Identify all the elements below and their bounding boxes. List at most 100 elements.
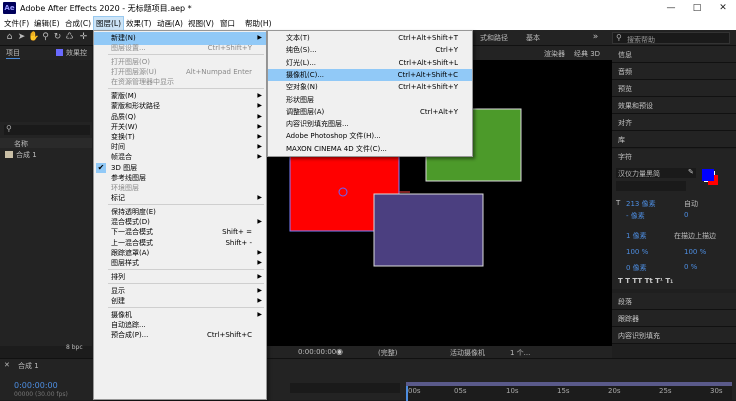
new-submenu-item-灯光-l[interactable]: 灯光(L)... Ctrl+Alt+Shift+L bbox=[268, 57, 472, 70]
new-submenu-item-纯色-s[interactable]: 纯色(S)... Ctrl+Y bbox=[268, 44, 472, 57]
preview-panel-tab[interactable]: 预览 bbox=[612, 80, 736, 97]
layer-menu-item-label: 排列 bbox=[111, 272, 125, 281]
home-icon[interactable]: ⌂ bbox=[4, 32, 15, 43]
close-tab-icon[interactable]: ✕ bbox=[4, 361, 10, 369]
faux-bold-icon[interactable]: T T TT Tt T¹ T₁ bbox=[618, 277, 673, 285]
layer-menu-item-图层设置[interactable]: 图层设置... Ctrl+Shift+Y bbox=[94, 42, 266, 55]
audio-panel-tab[interactable]: 音频 bbox=[612, 63, 736, 80]
tab-project[interactable]: 项目 bbox=[6, 48, 20, 59]
layer-menu-item-在资源管理器中显示[interactable]: 在资源管理器中显示 bbox=[94, 76, 266, 89]
selection-tool-icon[interactable]: ➤ bbox=[16, 32, 27, 43]
layer-menu-item-创建[interactable]: 创建 ▶ bbox=[94, 295, 266, 308]
layer-menu-item-label: 图层样式 bbox=[111, 259, 139, 267]
character-panel: 字符 汉仪力量黑简 ✎ T 213 像素 自动 - 像素 0 1 像素 在描边上… bbox=[612, 149, 736, 289]
layer-menu-item-label: 创建 bbox=[111, 296, 125, 305]
composition-icon bbox=[5, 151, 13, 158]
time-ruler[interactable]: 00s 05s 10s 15s 20s 25s 30s bbox=[406, 382, 732, 401]
tsume-value[interactable]: 0 % bbox=[684, 263, 697, 271]
menu-effect[interactable]: 效果(T) bbox=[124, 17, 153, 30]
menu-edit[interactable]: 编辑(E) bbox=[32, 17, 62, 30]
purple-solid-layer bbox=[373, 193, 484, 267]
new-submenu-item-label: MAXON CINEMA 4D 文件(C)... bbox=[286, 144, 387, 153]
zoom-tool-icon[interactable]: ⚲ bbox=[40, 32, 51, 43]
layer-menu-item-标记[interactable]: 标记 ▶ bbox=[94, 192, 266, 205]
work-area-bar[interactable] bbox=[406, 382, 732, 386]
playhead[interactable] bbox=[406, 386, 408, 401]
maximize-icon[interactable]: □ bbox=[684, 0, 710, 17]
new-submenu-item-adobe-photoshop-文件-h[interactable]: Adobe Photoshop 文件(H)... bbox=[268, 130, 472, 143]
new-submenu-item-摄像机-c[interactable]: 摄像机(C)... Ctrl+Alt+Shift+C bbox=[268, 68, 472, 82]
project-search-input[interactable]: ⚲ bbox=[4, 124, 90, 135]
ruler-tick: 20s bbox=[608, 387, 621, 395]
resolution-dropdown[interactable]: (完整) bbox=[378, 348, 397, 358]
new-submenu-item-内容识别填充图层[interactable]: 内容识别填充图层... bbox=[268, 118, 472, 131]
align-panel-tab[interactable]: 对齐 bbox=[612, 114, 736, 131]
column-name[interactable]: 名称 bbox=[14, 139, 28, 149]
eyedropper-icon[interactable]: ✎ bbox=[688, 168, 694, 176]
tracker-panel-tab[interactable]: 跟踪器 bbox=[612, 310, 736, 327]
tab-effect-controls[interactable]: 效果控 bbox=[66, 48, 87, 58]
viewer-timecode[interactable]: 0:00:00:00 bbox=[298, 348, 336, 356]
menu-composition[interactable]: 合成(C) bbox=[63, 17, 93, 30]
orbit-tool-icon[interactable]: ♺ bbox=[64, 32, 75, 43]
ruler-tick: 10s bbox=[506, 387, 519, 395]
new-submenu-item-label: 灯光(L)... bbox=[286, 58, 317, 67]
workspace-menu-icon[interactable]: » bbox=[590, 32, 601, 43]
layer-menu-item-label: 预合成(P)... bbox=[111, 331, 149, 339]
timeline-timecode[interactable]: 0:00:00:00 bbox=[14, 381, 58, 390]
window-title: Adobe After Effects 2020 - 无标题项目.aep * bbox=[20, 4, 192, 13]
new-submenu-item-maxon-cinema-4d-文件-c[interactable]: MAXON CINEMA 4D 文件(C)... bbox=[268, 143, 472, 156]
effects-presets-panel-tab[interactable]: 效果和预设 bbox=[612, 97, 736, 114]
horizontal-scale-value[interactable]: 100 % bbox=[684, 248, 706, 256]
layer-menu-item-图层样式[interactable]: 图层样式 ▶ bbox=[94, 257, 266, 270]
new-submenu-item-文本-t[interactable]: 文本(T) Ctrl+Alt+Shift+T bbox=[268, 32, 472, 45]
snapshot-icon[interactable]: ◉ bbox=[336, 347, 343, 356]
bpc-label[interactable]: 8 bpc bbox=[66, 344, 83, 351]
leading-value[interactable]: 自动 bbox=[684, 199, 698, 209]
new-submenu-item-shortcut: Ctrl+Alt+Y bbox=[420, 107, 458, 116]
content-aware-fill-panel-tab[interactable]: 内容识别填充 bbox=[612, 327, 736, 344]
baseline-shift-value[interactable]: 0 像素 bbox=[626, 263, 647, 273]
stroke-mode-dropdown[interactable]: 在描边上描边 bbox=[674, 231, 716, 241]
libraries-panel-tab[interactable]: 库 bbox=[612, 131, 736, 148]
new-submenu-item-label: 摄像机(C)... bbox=[286, 70, 325, 79]
font-size-value[interactable]: 213 像素 bbox=[626, 199, 656, 209]
project-item-name: 合成 1 bbox=[16, 151, 37, 159]
search-help-field[interactable]: ⚲ 搜索帮助 bbox=[612, 32, 730, 44]
fill-color-box[interactable] bbox=[702, 169, 714, 181]
app-icon: Ae bbox=[3, 2, 16, 14]
info-panel-tab[interactable]: 信息 bbox=[612, 46, 736, 63]
new-submenu-item-形状图层[interactable]: 形状图层 bbox=[268, 94, 472, 107]
minimize-icon[interactable]: — bbox=[658, 0, 684, 17]
menu-window[interactable]: 窗口 bbox=[218, 17, 237, 30]
menu-layer[interactable]: 图层(L) bbox=[92, 16, 125, 31]
workspace-essentials[interactable]: 基本 bbox=[526, 33, 540, 43]
menu-view[interactable]: 视图(V) bbox=[186, 17, 216, 30]
layer-menu: 新建(N) ▶ 图层设置... Ctrl+Shift+Y 打开图层(O) 打开图层源(U)… bbox=[93, 30, 267, 400]
stroke-width-value[interactable]: 1 像素 bbox=[626, 231, 647, 241]
vertical-scale-value[interactable]: 100 % bbox=[626, 248, 648, 256]
kerning-value[interactable]: 0 bbox=[684, 211, 688, 219]
timeline-tab[interactable]: 合成 1 bbox=[18, 361, 39, 371]
close-icon[interactable]: ✕ bbox=[710, 0, 736, 17]
menu-file[interactable]: 文件(F) bbox=[2, 17, 31, 30]
menu-animation[interactable]: 动画(A) bbox=[155, 17, 185, 30]
tracking-value[interactable]: - 像素 bbox=[626, 211, 645, 221]
new-submenu-item-调整图层-a[interactable]: 调整图层(A) Ctrl+Alt+Y bbox=[268, 106, 472, 119]
font-family-dropdown[interactable]: 汉仪力量黑简 bbox=[616, 168, 696, 178]
hand-tool-icon[interactable]: ✋ bbox=[28, 32, 39, 43]
layer-menu-item-label: 在资源管理器中显示 bbox=[111, 78, 174, 87]
font-style-dropdown[interactable] bbox=[616, 181, 686, 191]
layer-menu-item-排列[interactable]: 排列 ▶ bbox=[94, 271, 266, 284]
timeline-search-input[interactable] bbox=[290, 383, 400, 393]
paragraph-panel-tab[interactable]: 段落 bbox=[612, 293, 736, 310]
track-tool-icon[interactable]: ✛ bbox=[78, 32, 89, 43]
new-submenu-item-空对象-n[interactable]: 空对象(N) Ctrl+Alt+Shift+Y bbox=[268, 81, 472, 94]
project-item-row[interactable]: 合成 1 bbox=[0, 149, 92, 160]
workspace-shapes-paths[interactable]: 式和路径 bbox=[480, 33, 508, 43]
camera-dropdown[interactable]: 活动摄像机 bbox=[450, 348, 485, 358]
views-dropdown[interactable]: 1 个... bbox=[510, 348, 530, 358]
rotate-tool-icon[interactable]: ↻ bbox=[52, 32, 63, 43]
menu-help[interactable]: 帮助(H) bbox=[243, 17, 274, 30]
layer-menu-item-预合成-p[interactable]: 预合成(P)... Ctrl+Shift+C bbox=[94, 329, 266, 342]
